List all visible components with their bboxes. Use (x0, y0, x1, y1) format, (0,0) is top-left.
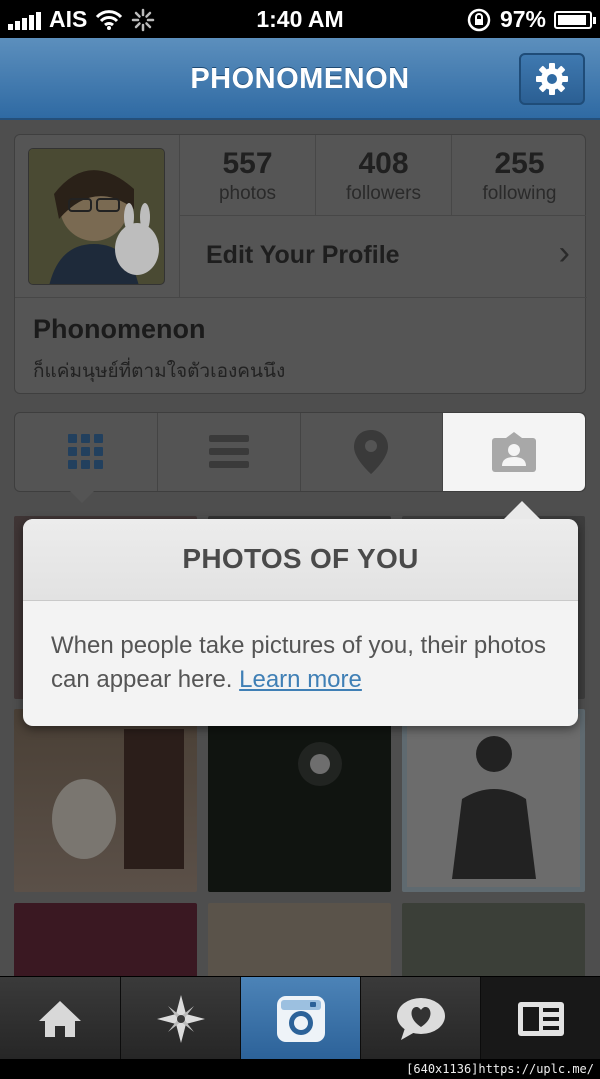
stat-followers[interactable]: 408 followers (315, 135, 451, 215)
stat-following[interactable]: 255 following (451, 135, 587, 215)
home-icon (39, 1000, 81, 1037)
profile-card-icon (517, 1001, 564, 1036)
location-pin-icon (354, 430, 389, 474)
tab-grid[interactable] (15, 413, 157, 491)
grid-icon (67, 434, 103, 469)
tab-news[interactable] (360, 977, 480, 1060)
profile-name: Phonomenon (33, 314, 206, 344)
edit-profile-button[interactable]: Edit Your Profile › (179, 215, 586, 297)
tab-camera[interactable] (240, 977, 360, 1060)
chevron-right-icon: › (558, 234, 570, 272)
list-icon (208, 435, 249, 468)
stat-followers-value: 408 (358, 147, 409, 180)
tab-explore[interactable] (120, 977, 240, 1060)
status-bar: AIS 1:40 AM 97% (0, 0, 600, 38)
photo-thumbnail[interactable] (208, 903, 391, 976)
rotation-lock-icon (467, 8, 491, 31)
tab-list[interactable] (156, 413, 300, 491)
battery-percent: 97% (499, 6, 546, 32)
page-title: PHONOMENON (190, 63, 410, 95)
app-screen: AIS 1:40 AM 97% PHONOMENON 557 photos 40… (0, 0, 600, 1079)
popup-title: PHOTOS OF YOU (182, 543, 419, 574)
stat-photos[interactable]: 557 photos (179, 135, 315, 215)
photo-thumbnail[interactable] (402, 903, 585, 976)
settings-button[interactable] (519, 53, 585, 105)
photo-thumbnail[interactable] (14, 903, 197, 976)
battery-icon (554, 10, 596, 29)
profile-name-section: Phonomenon ก็แค่มนุษย์ที่ตามใจตัวเองคนนึ… (15, 297, 587, 395)
learn-more-link[interactable]: Learn more (239, 666, 362, 693)
tab-map[interactable] (299, 413, 443, 491)
nav-bar: PHONOMENON (0, 38, 600, 120)
stat-followers-label: followers (346, 183, 421, 204)
profile-card: 557 photos 408 followers 255 following E… (14, 134, 587, 395)
watermark: [640x1136]https://uplc.me/ (0, 1059, 600, 1079)
stat-following-label: following (482, 183, 557, 204)
photo-thumbnail[interactable] (14, 709, 197, 892)
photos-of-you-popup: PHOTOS OF YOU When people take pictures … (23, 501, 578, 726)
tab-profile[interactable] (480, 977, 600, 1060)
avatar[interactable] (28, 148, 165, 285)
tab-photos-of-you[interactable] (442, 413, 585, 491)
view-tabs (14, 412, 586, 492)
stat-photos-label: photos (218, 183, 277, 204)
stat-photos-value: 557 (222, 147, 273, 180)
popup-header: PHOTOS OF YOU (23, 519, 578, 601)
gear-icon (536, 63, 568, 95)
edit-profile-label: Edit Your Profile (206, 241, 400, 269)
tab-home[interactable] (0, 977, 120, 1060)
photo-thumbnail[interactable] (402, 709, 585, 892)
photos-of-you-icon (492, 432, 537, 472)
photo-thumbnail[interactable] (208, 709, 391, 892)
camera-icon (276, 995, 325, 1042)
stat-following-value: 255 (494, 147, 545, 180)
profile-bio: ก็แค่มนุษย์ที่ตามใจตัวเองคนนึง (33, 361, 286, 382)
tab-bar (0, 976, 600, 1060)
popup-body: When people take pictures of you, their … (23, 601, 578, 697)
avatar-photo (29, 149, 164, 284)
news-heart-bubble-icon (396, 997, 445, 1040)
tab-notch (70, 491, 94, 503)
explore-icon (156, 994, 205, 1043)
popup-arrow (504, 501, 540, 519)
